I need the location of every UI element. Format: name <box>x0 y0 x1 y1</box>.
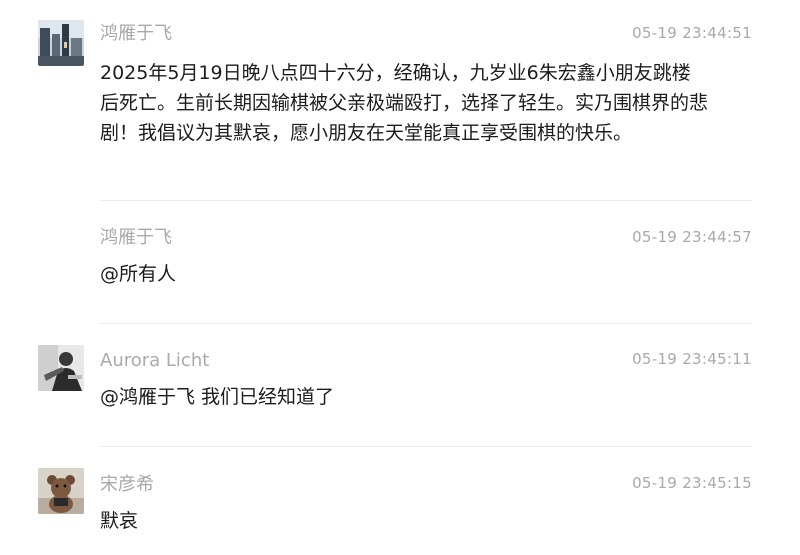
bw-photo-avatar-icon <box>38 345 84 391</box>
message-time: 05-19 23:45:11 <box>632 350 752 368</box>
message-time: 05-19 23:45:15 <box>632 474 752 492</box>
message-text: 默哀 <box>100 510 139 532</box>
avatar[interactable] <box>38 345 84 391</box>
avatar[interactable] <box>38 468 84 514</box>
landscape-avatar-icon <box>38 20 84 66</box>
message-text: @所有人 <box>100 263 177 285</box>
message-time: 05-19 23:44:57 <box>632 228 752 246</box>
sender-name[interactable]: 鸿雁于飞 <box>100 226 172 250</box>
teddy-bear-avatar-icon <box>38 468 84 514</box>
avatar[interactable] <box>38 20 84 66</box>
message-divider <box>100 446 752 447</box>
message-divider <box>100 200 752 201</box>
sender-name[interactable]: 鸿雁于飞 <box>100 22 172 46</box>
sender-name[interactable]: Aurora Licht <box>100 349 209 373</box>
message-divider <box>100 323 752 324</box>
message-text: @鸿雁于飞 我们已经知道了 <box>100 386 335 408</box>
message-time: 05-19 23:44:51 <box>632 24 752 42</box>
chat-feed: 鸿雁于飞 05-19 23:44:51 2025年5月19日晚八点四十六分，经确… <box>0 0 800 555</box>
message-text: 2025年5月19日晚八点四十六分，经确认，九岁业6朱宏鑫小朋友跳楼后死亡。生前… <box>100 62 709 144</box>
sender-name[interactable]: 宋彦希 <box>100 473 154 497</box>
